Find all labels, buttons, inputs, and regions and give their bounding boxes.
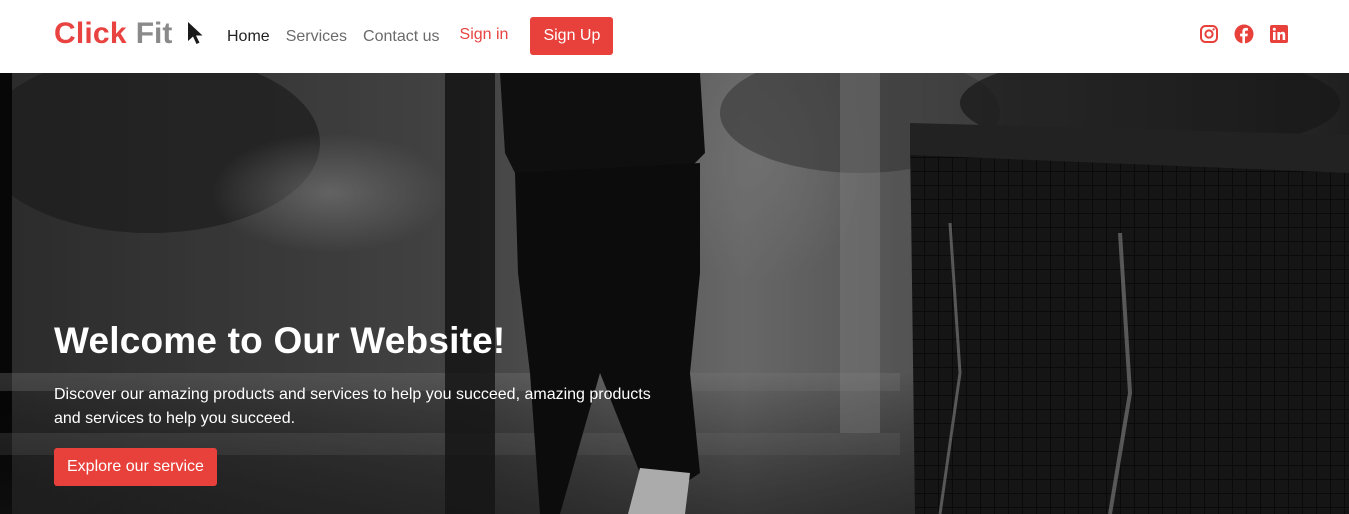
hero-title: Welcome to Our Website! [54,320,506,361]
nav-contact[interactable]: Contact us [363,28,439,46]
social-links [1184,24,1289,44]
linkedin-icon[interactable] [1269,24,1289,44]
facebook-icon[interactable] [1234,24,1254,44]
nav-home[interactable]: Home [227,28,270,46]
brand-click-text: Click [54,17,127,50]
signin-link[interactable]: Sign in [460,26,509,44]
main-nav: Home Services Contact us Sign in Sign Up [227,0,614,73]
hero-content: Welcome to Our Website! Discover our ama… [54,319,694,486]
brand-fit-text: Fit [135,17,173,50]
nav-services[interactable]: Services [286,28,347,46]
pointer-cursor-icon [185,20,205,46]
instagram-icon[interactable] [1199,24,1219,44]
navbar: Click Fit Home Services Contact us Sign … [0,0,1349,73]
brand-logo[interactable]: Click Fit [54,17,205,51]
signup-button[interactable]: Sign Up [530,16,614,55]
hero-section: Welcome to Our Website! Discover our ama… [0,73,1349,514]
explore-service-button[interactable]: Explore our service [54,448,217,486]
hero-description: Discover our amazing products and servic… [54,386,651,427]
